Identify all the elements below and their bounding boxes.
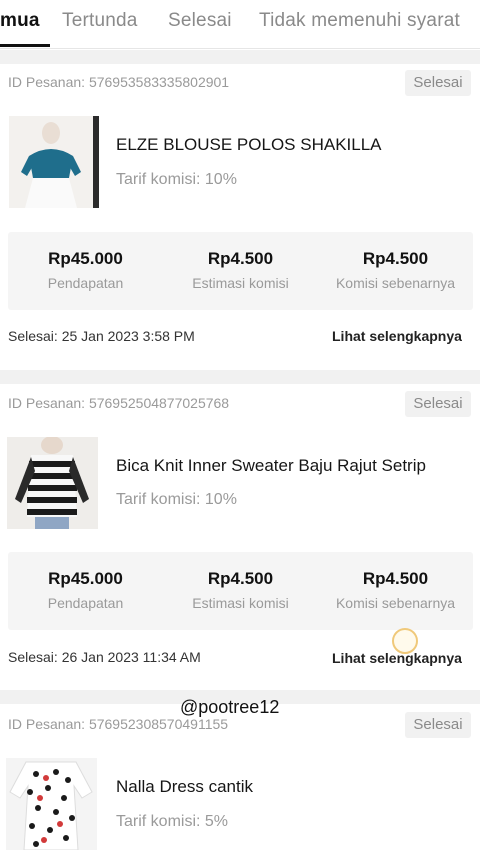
product-image[interactable] xyxy=(6,758,97,850)
estimated-commission-label: Estimasi komisi xyxy=(192,595,289,611)
commission-rate: Tarif komisi: 10% xyxy=(116,171,237,188)
order-card: ID Pesanan: 576953583335802901 Selesai E… xyxy=(0,64,480,364)
completed-date: Selesai: 25 Jan 2023 3:58 PM xyxy=(8,328,195,344)
tab-semua[interactable]: mua xyxy=(0,10,40,32)
see-more-link[interactable]: Lihat selengkapnya xyxy=(332,650,462,666)
status-badge: Selesai xyxy=(405,391,471,417)
product-name[interactable]: Nalla Dress cantik xyxy=(116,777,253,797)
status-badge: Selesai xyxy=(405,712,471,738)
estimated-commission-value: Rp4.500 xyxy=(207,249,274,268)
status-tab-bar: mua Tertunda Selesai Tidak memenuhi syar… xyxy=(0,0,480,49)
income-value: Rp45.000 xyxy=(48,249,123,268)
income-label: Pendapatan xyxy=(47,275,124,291)
estimated-commission-label: Estimasi komisi xyxy=(192,275,289,291)
tab-tidak-memenuhi-syarat[interactable]: Tidak memenuhi syarat xyxy=(259,10,460,32)
commission-rate: Tarif komisi: 5% xyxy=(116,813,229,830)
product-image[interactable] xyxy=(7,437,98,529)
active-tab-indicator xyxy=(0,44,50,47)
estimated-commission-value: Rp4.500 xyxy=(207,569,274,588)
product-name[interactable]: ELZE BLOUSE POLOS SHAKILLA xyxy=(116,135,382,155)
actual-commission-value: Rp4.500 xyxy=(362,249,429,268)
tab-selesai[interactable]: Selesai xyxy=(168,10,232,32)
product-name[interactable]: Bica Knit Inner Sweater Baju Rajut Setri… xyxy=(116,456,426,476)
section-separator xyxy=(0,50,480,64)
status-badge: Selesai xyxy=(405,70,471,96)
order-id: ID Pesanan: 576952308570491155 xyxy=(8,716,229,732)
order-id: ID Pesanan: 576952504877025768 xyxy=(8,395,230,411)
actual-commission-value: Rp4.500 xyxy=(362,569,429,588)
commission-summary: Rp45.000 Pendapatan Rp4.500 Estimasi kom… xyxy=(8,552,473,630)
product-image[interactable] xyxy=(9,116,99,208)
order-id: ID Pesanan: 576953583335802901 xyxy=(8,74,230,90)
section-separator xyxy=(0,370,480,384)
tab-tertunda[interactable]: Tertunda xyxy=(62,10,138,32)
actual-commission-label: Komisi sebenarnya xyxy=(335,595,456,611)
income-value: Rp45.000 xyxy=(48,569,123,588)
see-more-link[interactable]: Lihat selengkapnya xyxy=(332,328,462,344)
commission-rate: Tarif komisi: 10% xyxy=(116,491,237,508)
touch-indicator xyxy=(392,628,418,654)
actual-commission-label: Komisi sebenarnya xyxy=(335,275,456,291)
commission-summary: Rp45.000 Pendapatan Rp4.500 Estimasi kom… xyxy=(8,232,473,310)
completed-date: Selesai: 26 Jan 2023 11:34 AM xyxy=(8,649,201,665)
watermark-text: @pootree12 xyxy=(180,697,280,717)
order-card: ID Pesanan: 576952308570491155 Selesai N… xyxy=(0,706,480,854)
income-label: Pendapatan xyxy=(47,595,124,611)
